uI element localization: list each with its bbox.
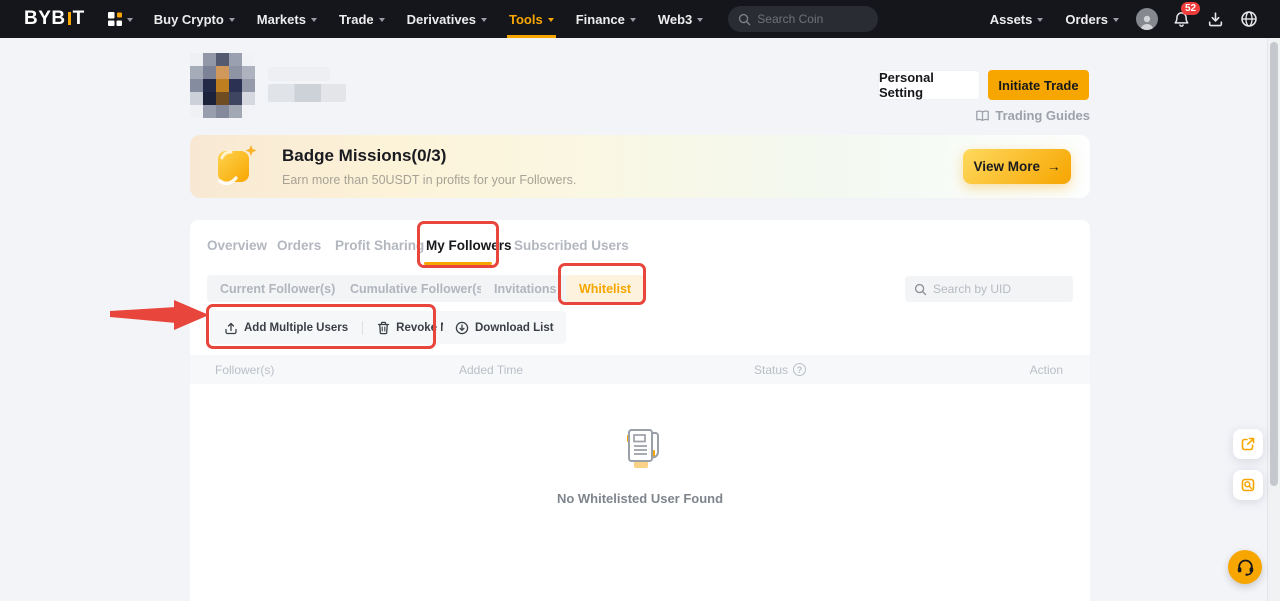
chevron-down-icon xyxy=(379,18,385,22)
banner-subtitle: Earn more than 50USDT in profits for you… xyxy=(282,173,576,187)
user-avatar-blurred xyxy=(190,53,255,118)
logo-text-suffix: T xyxy=(73,8,85,30)
subtab-whitelist[interactable]: Whitelist xyxy=(566,275,644,302)
banner-title: Badge Missions(0/3) xyxy=(282,146,446,166)
subtab-invitations[interactable]: Invitations xyxy=(481,275,570,302)
language-button[interactable] xyxy=(1232,0,1266,38)
tab-profit-sharing[interactable]: Profit Sharing xyxy=(335,238,424,253)
upload-icon xyxy=(224,321,238,335)
user-name-blurred xyxy=(268,67,330,81)
initiate-trade-button[interactable]: Initiate Trade xyxy=(988,70,1089,100)
chevron-down-icon xyxy=(630,18,636,22)
trading-guides-link[interactable]: Trading Guides xyxy=(975,108,1090,123)
chevron-down-icon xyxy=(548,18,554,22)
chevron-down-icon xyxy=(1037,18,1043,22)
add-multiple-users-button[interactable]: Add Multiple Users xyxy=(210,311,362,344)
download-circle-icon xyxy=(455,321,469,335)
grid-icon xyxy=(107,11,123,27)
uid-search-input[interactable] xyxy=(933,282,1064,296)
nav-orders[interactable]: Orders xyxy=(1054,0,1130,38)
badge-mission-icon xyxy=(210,143,260,196)
nav-finance[interactable]: Finance xyxy=(565,0,647,38)
nav-trade[interactable]: Trade xyxy=(328,0,396,38)
avatar xyxy=(1136,8,1158,30)
user-id-blurred xyxy=(268,84,346,102)
bybit-logo[interactable]: BYB T xyxy=(24,8,85,30)
table-header-row: Follower(s) Added Time Status Action xyxy=(190,355,1090,384)
trash-icon xyxy=(377,321,390,335)
download-icon xyxy=(1207,11,1224,28)
apps-grid-icon[interactable] xyxy=(107,11,133,27)
external-link-icon xyxy=(1240,436,1256,452)
coin-search-input[interactable] xyxy=(757,12,868,26)
nav-tools[interactable]: Tools xyxy=(498,0,565,38)
chevron-down-icon xyxy=(1113,18,1119,22)
chevron-down-icon xyxy=(127,18,133,22)
bybit-copy-trading-page: BYB T Buy Crypto Markets Trade Derivative… xyxy=(0,0,1280,601)
page-search-button[interactable] xyxy=(1233,470,1263,500)
chevron-down-icon xyxy=(481,18,487,22)
subtab-current-followers[interactable]: Current Follower(s) xyxy=(207,275,348,302)
uid-search-box[interactable] xyxy=(905,276,1073,302)
share-external-button[interactable] xyxy=(1233,429,1263,459)
empty-state-message: No Whitelisted User Found xyxy=(190,491,1090,506)
headset-icon xyxy=(1236,558,1255,576)
book-icon xyxy=(975,109,990,123)
active-tab-underline xyxy=(424,262,492,265)
tab-orders[interactable]: Orders xyxy=(277,238,321,253)
search-icon xyxy=(738,13,751,26)
nav-derivatives[interactable]: Derivatives xyxy=(396,0,498,38)
download-app-button[interactable] xyxy=(1198,0,1232,38)
col-action: Action xyxy=(1030,363,1090,377)
search-document-icon xyxy=(1240,477,1256,493)
globe-icon xyxy=(1240,10,1258,28)
download-list-button[interactable]: Download List xyxy=(443,311,566,344)
col-added-time: Added Time xyxy=(459,363,754,377)
tab-overview[interactable]: Overview xyxy=(207,238,267,253)
chevron-down-icon xyxy=(697,18,703,22)
chevron-down-icon xyxy=(229,18,235,22)
customer-support-button[interactable] xyxy=(1228,550,1262,584)
chevron-down-icon xyxy=(311,18,317,22)
profile-avatar-button[interactable] xyxy=(1130,0,1164,38)
nav-web3[interactable]: Web3 xyxy=(647,0,714,38)
logo-orange-bar xyxy=(68,12,71,25)
arrow-right-icon: → xyxy=(1047,159,1061,174)
view-more-button[interactable]: View More→ xyxy=(963,149,1071,184)
col-followers: Follower(s) xyxy=(190,363,459,377)
search-icon xyxy=(914,283,927,296)
badge-missions-banner: Badge Missions(0/3) Earn more than 50USD… xyxy=(190,135,1090,198)
col-status: Status xyxy=(754,363,806,377)
person-icon xyxy=(1138,14,1156,30)
nav-buy-crypto[interactable]: Buy Crypto xyxy=(143,0,246,38)
nav-assets[interactable]: Assets xyxy=(979,0,1055,38)
notifications-button[interactable]: 52 xyxy=(1164,0,1198,38)
nav-markets[interactable]: Markets xyxy=(246,0,328,38)
tab-my-followers[interactable]: My Followers xyxy=(426,238,512,253)
tab-subscribed-users[interactable]: Subscribed Users xyxy=(514,238,629,253)
top-navbar: BYB T Buy Crypto Markets Trade Derivative… xyxy=(0,0,1280,38)
empty-state-icon xyxy=(614,424,666,479)
scrollbar-thumb[interactable] xyxy=(1270,42,1278,486)
personal-setting-button[interactable]: Personal Setting xyxy=(878,70,980,100)
active-tab-underline xyxy=(507,35,556,38)
logo-text-prefix: BYB xyxy=(24,8,66,30)
coin-search-box[interactable] xyxy=(728,6,878,32)
subtab-cumulative-followers[interactable]: Cumulative Follower(s) xyxy=(337,275,501,302)
navbar-right-group: Assets Orders 52 xyxy=(979,0,1266,38)
help-question-icon[interactable] xyxy=(793,363,806,376)
